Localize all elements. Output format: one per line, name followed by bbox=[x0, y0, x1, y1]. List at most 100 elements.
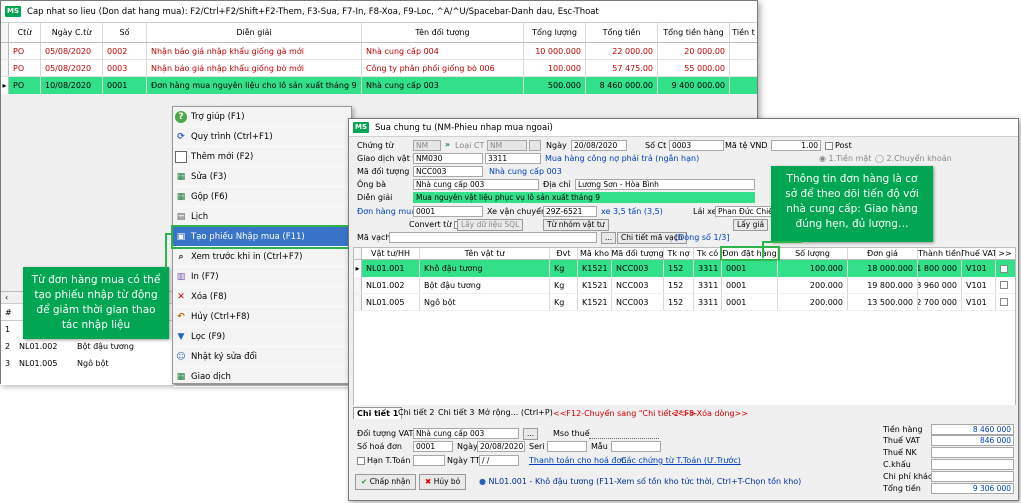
col-tong-luong[interactable]: Tổng lượng bbox=[524, 23, 586, 42]
han-thanh-toan-checkbox[interactable]: Hạn T.Toán bbox=[357, 456, 410, 465]
ngay-tt-field[interactable]: / / bbox=[479, 455, 519, 466]
tab-mo-rong[interactable]: Mở rộng... (Ctrl+P) bbox=[475, 407, 556, 419]
col-ma-doi-tuong[interactable]: Mã đối tượng bbox=[612, 248, 664, 259]
list-item[interactable]: 2 NL01.002 Bột đậu tương bbox=[1, 338, 173, 355]
tab-chi-tiet-3[interactable]: Chi tiết 3 bbox=[435, 407, 477, 419]
col-tien[interactable]: Tiền t bbox=[730, 23, 757, 42]
col-tong-tien[interactable]: Tổng tiền bbox=[586, 23, 658, 42]
so-hoa-don-field[interactable]: 0001 bbox=[413, 441, 453, 452]
col-tk-no[interactable]: Tk nợ bbox=[664, 248, 694, 259]
cell-tong-tien-hang: 20 000.00 bbox=[658, 43, 730, 59]
col-dien-giai[interactable]: Diễn giải bbox=[147, 23, 362, 42]
table-row[interactable]: NL01.005 Ngô bột Kg K1521 NCC003 152 331… bbox=[354, 294, 1015, 311]
tab-chi-tiet-2[interactable]: Chi tiết 2 bbox=[395, 407, 437, 419]
col-don-gia[interactable]: Đơn giá bbox=[848, 248, 918, 259]
ma-vach-more-button[interactable]: ... bbox=[601, 232, 617, 244]
label-ngay-tt: Ngày TT bbox=[447, 456, 480, 465]
seri-field[interactable] bbox=[547, 441, 587, 452]
han-thanh-toan-field[interactable] bbox=[413, 455, 445, 466]
doi-tuong-vat-field[interactable]: Nhà cung cấp 003 bbox=[413, 428, 519, 439]
cancel-button[interactable]: ✖ Hủy bỏ bbox=[419, 474, 467, 490]
post-checkbox[interactable]: Post bbox=[825, 141, 852, 150]
row-checkbox[interactable] bbox=[1000, 298, 1008, 306]
label-seri: Seri bbox=[529, 442, 545, 451]
cac-chung-tu-link[interactable]: Các chứng từ T.Toán (Ư.Trước) bbox=[621, 456, 741, 465]
ngay-field[interactable]: 20/08/2020 bbox=[571, 140, 627, 151]
ong-ba-field[interactable]: Nhà cung cấp 003 bbox=[413, 179, 539, 190]
label-ong-ba: Ông bà bbox=[357, 180, 386, 189]
row-checkbox[interactable] bbox=[1000, 264, 1008, 273]
col-tk-co[interactable]: Tk có bbox=[694, 248, 722, 259]
col-so-luong[interactable]: Số lượng bbox=[778, 248, 848, 259]
doi-tuong-vat-more-button[interactable]: ... bbox=[523, 428, 539, 440]
col-thue-vat[interactable]: Thuế VAT bbox=[962, 248, 996, 259]
more-columns-button[interactable]: >> bbox=[996, 248, 1014, 259]
chung-tu-field[interactable]: NM bbox=[413, 140, 441, 151]
accept-button[interactable]: ✔ Chấp nhận bbox=[355, 474, 417, 490]
xe-van-chuyen-field[interactable]: 29Z-6521 bbox=[543, 206, 597, 217]
row-checkbox[interactable] bbox=[1000, 281, 1008, 289]
lay-gia-button[interactable]: Lấy giá bbox=[733, 219, 769, 231]
giao-dich-field[interactable]: NM030 bbox=[413, 153, 483, 164]
menu-item-log[interactable]: ☺ Nhật ký sửa đổi bbox=[173, 347, 351, 367]
menu-item-cancel[interactable]: ↶ Hủy (Ctrl+F8) bbox=[173, 307, 351, 327]
dia-chi-field[interactable]: Lương Sơn - Hòa Bình bbox=[575, 179, 755, 190]
radio-tien-mat[interactable]: ◉ 1.Tiền mặt bbox=[819, 154, 871, 163]
table-row-selected[interactable]: ▸ PO 10/08/2020 0001 Đơn hàng mua nguyên… bbox=[1, 77, 757, 94]
loai-ct-field[interactable]: NM bbox=[487, 140, 527, 151]
scroll-left-icon[interactable]: ‹ bbox=[1, 292, 15, 303]
ma-doi-tuong-field[interactable]: NCC003 bbox=[413, 166, 483, 177]
menu-item-delete[interactable]: ✕ Xóa (F8) bbox=[173, 287, 351, 307]
ma-vach-field[interactable] bbox=[389, 232, 597, 243]
menu-item-filter[interactable]: ▼ Lọc (F9) bbox=[173, 327, 351, 347]
table-row[interactable]: NL01.002 Bột đậu tương Kg K1521 NCC003 1… bbox=[354, 277, 1015, 294]
mso-thue-field[interactable] bbox=[589, 428, 659, 439]
loai-ct-dropdown[interactable] bbox=[529, 140, 541, 151]
col-tong-tien-hang[interactable]: Tổng tiền hàng bbox=[658, 23, 730, 42]
col-ten-vat-tu[interactable]: Tên vật tư bbox=[420, 248, 550, 259]
col-vat-tu[interactable]: Vật tư/HH bbox=[362, 248, 420, 259]
col-don-dat-hang[interactable]: Đơn đặt hàng bbox=[720, 246, 780, 261]
delete-icon: ✕ bbox=[177, 291, 185, 302]
col-thanh-tien[interactable]: Thành tiền bbox=[918, 248, 962, 259]
lai-xe-field[interactable]: Phan Đức Chiến bbox=[715, 206, 773, 217]
label-dia-chi: Địa chỉ bbox=[543, 180, 571, 189]
menu-item-edit[interactable]: ▦ Sửa (F3) bbox=[173, 167, 351, 187]
tu-nhom-vat-tu-button[interactable]: Từ nhóm vật tư bbox=[543, 219, 609, 231]
ty-gia-field[interactable]: 1.00 bbox=[771, 140, 821, 151]
menu-item-help[interactable]: ? Trợ giúp (F1) bbox=[173, 107, 351, 127]
col-dvt[interactable]: Đvt bbox=[550, 248, 578, 259]
col-ma-kho[interactable]: Mã kho bbox=[578, 248, 612, 259]
table-row[interactable]: PO 05/08/2020 0003 Nhận báo giá nhập khẩ… bbox=[1, 60, 757, 77]
double-arrow-icon[interactable]: » bbox=[445, 140, 450, 149]
log-icon: ☺ bbox=[176, 351, 186, 362]
menu-item-add[interactable]: Thêm mới (F2) bbox=[173, 147, 351, 167]
radio-chuyen-khoan[interactable]: ◯ 2.Chuyển khoản bbox=[875, 154, 952, 163]
table-row[interactable]: PO 05/08/2020 0002 Nhận báo giá nhập khẩ… bbox=[1, 43, 757, 60]
so-ct-field[interactable]: 0003 bbox=[669, 140, 724, 151]
lay-du-lieu-button[interactable]: Lấy dữ liệu SQL bbox=[457, 219, 524, 231]
menu-item-process[interactable]: ⟳ Quy trình (Ctrl+F1) bbox=[173, 127, 351, 147]
don-hang-mua-field[interactable]: 0001 bbox=[413, 206, 483, 217]
menu-item-transaction[interactable]: ▦ Giao dịch bbox=[173, 367, 351, 387]
menu-item-preview[interactable]: ⌕ Xem trước khi in (Ctrl+F7) bbox=[173, 247, 351, 267]
menu-item-print[interactable]: ▥ In (F7) bbox=[173, 267, 351, 287]
col-ctu[interactable]: Ctừ bbox=[9, 23, 41, 42]
table-row-selected[interactable]: ▸ NL01.001 Khô đậu tương Kg K1521 NCC003… bbox=[354, 260, 1015, 277]
cell-ngay: 10/08/2020 bbox=[41, 77, 103, 94]
list-item[interactable]: 3 NL01.005 Ngô bột bbox=[1, 355, 173, 372]
thanh-toan-link[interactable]: Thanh toán cho hoá đơn bbox=[529, 456, 626, 465]
tk-field[interactable]: 3311 bbox=[485, 153, 541, 164]
check-icon: ✔ bbox=[361, 477, 368, 486]
mau-field[interactable] bbox=[611, 441, 661, 452]
col-so[interactable]: Số bbox=[103, 23, 147, 42]
cell-so: 0003 bbox=[103, 60, 147, 76]
ngay-hoa-don-field[interactable]: 20/08/2020 bbox=[477, 441, 525, 452]
menu-item-merge[interactable]: ▦ Gộp (F6) bbox=[173, 187, 351, 207]
col-ngay[interactable]: Ngày C.từ bbox=[41, 23, 103, 42]
menu-item-create-receipt[interactable]: ▣ Tạo phiếu Nhập mua (F11) bbox=[171, 225, 353, 249]
menu-item-calendar[interactable]: ▤ Lịch bbox=[173, 207, 351, 227]
dien-giai-field[interactable]: Mua nguyên vật liệu phục vụ lô sản xuất … bbox=[413, 192, 755, 203]
convert-checkbox[interactable]: Convert từ bbox=[409, 220, 464, 229]
col-ten-doi-tuong[interactable]: Tên đối tượng bbox=[362, 23, 524, 42]
